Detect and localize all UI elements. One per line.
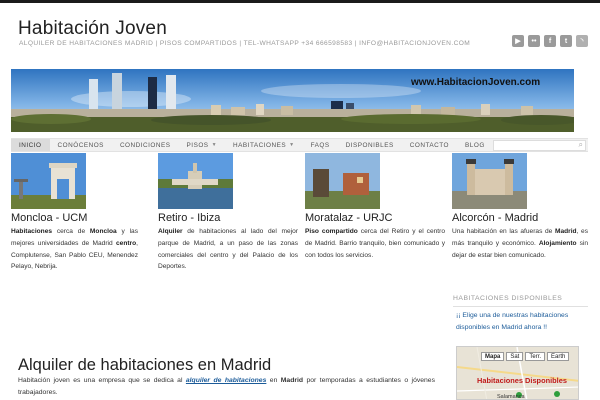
card-retiro: Retiro - Ibiza Alquiler de habitaciones … xyxy=(158,153,298,273)
facebook-icon[interactable]: f xyxy=(544,35,556,47)
main-nav: INICIO CONÓCENOS CONDICIONES PISOS ▼ HABI… xyxy=(11,138,588,152)
card-title[interactable]: Retiro - Ibiza xyxy=(158,212,298,224)
site-tagline: ALQUILER DE HABITACIONES MADRID | PISOS … xyxy=(19,40,471,47)
map-title-label: Habitaciones Disponibles xyxy=(477,376,567,385)
nav-item-habitaciones-label: HABITACIONES xyxy=(233,141,287,149)
chevron-down-icon: ▼ xyxy=(289,142,295,148)
nav-item-conocenos[interactable]: CONÓCENOS xyxy=(50,139,112,151)
card-moratalaz: Moratalaz - URJC Piso compartido cerca d… xyxy=(305,153,445,261)
social-links: ▶ •• f t ◝ xyxy=(512,35,588,47)
card-description: Alquiler de habitaciones al lado del mej… xyxy=(158,226,298,273)
intro-paragraph: Habitación joven es una empresa que se d… xyxy=(18,375,435,400)
nav-item-pisos-label: PISOS xyxy=(186,141,209,149)
card-moncloa: Moncloa - UCM Habitaciones cerca de Monc… xyxy=(11,153,151,273)
sidebar-available-rooms-link[interactable]: ¡¡ Elige una de nuestras habitaciones di… xyxy=(456,310,588,333)
card-image[interactable] xyxy=(305,153,380,209)
nav-item-inicio[interactable]: INICIO xyxy=(11,139,50,151)
card-image[interactable] xyxy=(158,153,233,209)
intro-text-bold: Madrid xyxy=(280,377,304,384)
nav-item-disponibles[interactable]: DISPONIBLES xyxy=(338,139,402,151)
card-image[interactable] xyxy=(11,153,86,209)
header-banner[interactable]: www.HabitacionJoven.com xyxy=(11,69,574,132)
search-input[interactable]: ⌕ xyxy=(492,139,586,151)
chevron-down-icon: ▼ xyxy=(211,142,218,148)
twitter-icon[interactable]: t xyxy=(560,35,572,47)
map-place-label: Salamanca xyxy=(497,394,525,400)
card-text-bold: Moncloa xyxy=(89,228,117,235)
card-text-bold: Madrid xyxy=(554,228,577,235)
card-alcorcon: Alcorcón - Madrid Una habitación en las … xyxy=(452,153,588,261)
top-bar xyxy=(0,0,600,3)
card-title[interactable]: Moncloa - UCM xyxy=(11,212,151,224)
rss-icon[interactable]: ◝ xyxy=(576,35,588,47)
card-description: Una habitación en las afueras de Madrid,… xyxy=(452,226,588,261)
sidebar-widget-title: HABITACIONES DISPONIBLES xyxy=(453,295,563,302)
flickr-icon[interactable]: •• xyxy=(528,35,540,47)
map-tab-earth[interactable]: Earth xyxy=(547,352,570,361)
card-title[interactable]: Alcorcón - Madrid xyxy=(452,212,588,224)
card-title[interactable]: Moratalaz - URJC xyxy=(305,212,445,224)
site-title[interactable]: Habitación Joven xyxy=(18,18,167,40)
youtube-icon[interactable]: ▶ xyxy=(512,35,524,47)
rooms-map[interactable]: Mapa Sat Terr. Earth Habitaciones Dispon… xyxy=(456,346,579,400)
nav-item-blog[interactable]: BLOG xyxy=(457,139,493,151)
map-tab-terr[interactable]: Terr. xyxy=(525,352,546,361)
alquiler-habitaciones-link[interactable]: alquiler de habitaciones xyxy=(186,377,266,384)
card-text: cerca de xyxy=(52,228,90,235)
card-text-bold: Alojamiento xyxy=(538,239,577,247)
map-type-tabs: Mapa Sat Terr. Earth xyxy=(481,352,570,361)
card-text: Una habitación en las afueras de xyxy=(452,228,555,235)
nav-item-faqs[interactable]: FAQS xyxy=(303,139,338,151)
banner-watermark: www.HabitacionJoven.com xyxy=(411,77,541,88)
nav-item-condiciones[interactable]: CONDICIONES xyxy=(112,139,179,151)
nav-item-habitaciones[interactable]: HABITACIONES ▼ xyxy=(225,139,303,151)
card-text-bold: centro xyxy=(116,239,137,247)
intro-text: en xyxy=(266,377,281,384)
search-icon[interactable]: ⌕ xyxy=(579,140,583,150)
nav-item-contacto[interactable]: CONTACTO xyxy=(402,139,457,151)
divider xyxy=(453,306,588,307)
card-description: Habitaciones cerca de Moncloa y las mejo… xyxy=(11,226,138,273)
map-tab-mapa[interactable]: Mapa xyxy=(481,352,505,361)
intro-text: Habitación joven es una empresa que se d… xyxy=(18,377,186,384)
card-image[interactable] xyxy=(452,153,527,209)
nav-item-pisos[interactable]: PISOS ▼ xyxy=(179,139,226,151)
map-tab-sat[interactable]: Sat xyxy=(506,352,524,361)
card-description: Piso compartido cerca del Retiro y el ce… xyxy=(305,226,445,261)
page-title: Alquiler de habitaciones en Madrid xyxy=(18,356,272,374)
card-text-bold: Alquiler xyxy=(158,228,183,235)
card-text-bold: Habitaciones xyxy=(11,228,53,235)
card-text-bold: Piso compartido xyxy=(305,228,358,235)
